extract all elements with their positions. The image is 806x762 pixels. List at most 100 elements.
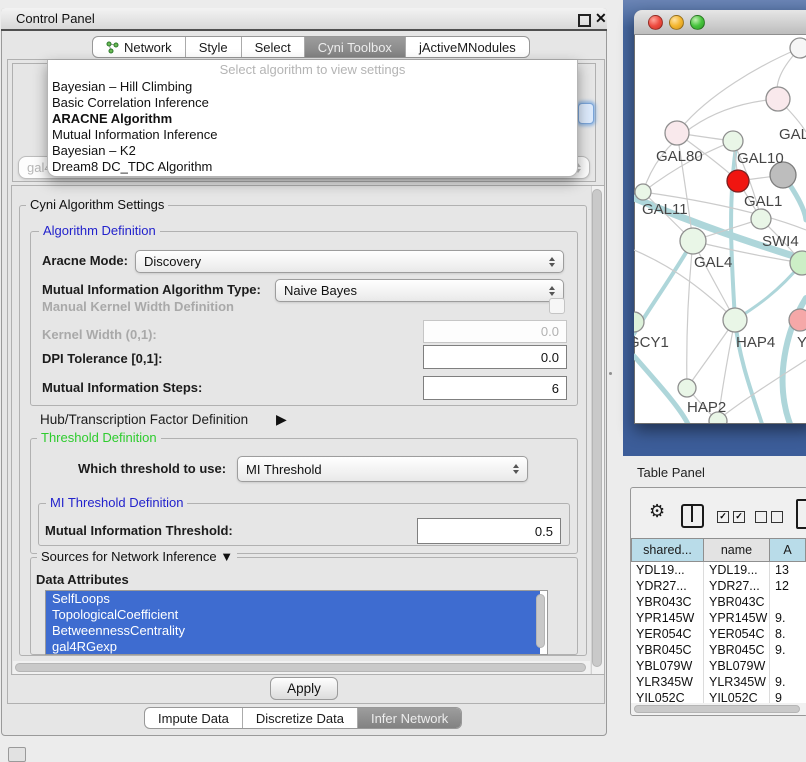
algorithm-popup-prompt: Select algorithm to view settings <box>48 60 577 79</box>
svg-text:GAL10: GAL10 <box>737 150 784 167</box>
show-columns-icon[interactable]: ✓ ✓ <box>717 511 745 523</box>
mi-threshold-label: Mutual Information Threshold: <box>45 523 233 538</box>
tab-discretize-data[interactable]: Discretize Data <box>243 708 358 728</box>
network-node-gal1[interactable] <box>751 209 771 229</box>
column-header-shared[interactable]: shared... <box>631 538 704 562</box>
kernel-width-field[interactable]: 0.0 <box>423 320 567 343</box>
aracne-mode-value: Discovery <box>144 254 201 269</box>
network-node[interactable] <box>766 87 790 111</box>
aracne-mode-combo[interactable]: Discovery <box>135 250 564 273</box>
focused-combo-button[interactable] <box>578 103 594 124</box>
svg-text:HAP4: HAP4 <box>736 334 775 351</box>
mi-type-label: Mutual Information Algorithm Type: <box>42 282 261 297</box>
table-row[interactable]: YDR27...YDR27...12 <box>631 578 806 594</box>
tab-style[interactable]: Style <box>186 37 242 57</box>
dock-panel-icon[interactable] <box>8 747 26 762</box>
network-node[interactable] <box>790 38 806 58</box>
algorithm-definition-title: Algorithm Definition <box>39 223 160 238</box>
zoom-traffic-light-icon[interactable] <box>690 15 705 30</box>
column-header-name[interactable]: name <box>703 538 770 562</box>
attribute-item[interactable]: BetweennessCentrality <box>46 623 540 639</box>
tab-network[interactable]: Network <box>93 37 186 57</box>
tab-jactivemnodules[interactable]: jActiveMNodules <box>406 37 529 57</box>
minimize-traffic-light-icon[interactable] <box>669 15 684 30</box>
sources-group-title[interactable]: Sources for Network Inference ▼ <box>37 549 237 564</box>
network-canvas[interactable]: GAL GAL80 GAL10 GAL11 GAL1 SWI4 GAL4 GCY… <box>634 36 806 423</box>
close-icon[interactable]: ✕ <box>595 10 607 27</box>
table-row[interactable]: YBL079WYBL079W <box>631 658 806 674</box>
table-hscroll-thumb[interactable] <box>634 705 800 713</box>
which-threshold-value: MI Threshold <box>246 462 322 477</box>
mi-type-combo[interactable]: Naive Bayes <box>275 279 564 302</box>
algorithm-option[interactable]: Dream8 DC_TDC Algorithm <box>48 159 577 175</box>
threshold-definition-title: Threshold Definition <box>37 430 161 445</box>
combo-spinner-icon <box>549 286 555 296</box>
attributes-list-scrollbar[interactable] <box>536 594 545 648</box>
aracne-mode-label: Aracne Mode: <box>42 253 128 268</box>
tab-impute-data[interactable]: Impute Data <box>145 708 243 728</box>
algorithm-option-selected[interactable]: ARACNE Algorithm <box>48 111 577 127</box>
network-node-gal11[interactable] <box>635 184 651 200</box>
mi-threshold-value: 0.5 <box>535 524 553 539</box>
hide-columns-icon[interactable] <box>755 511 783 523</box>
attribute-item[interactable]: gal4RGexp <box>46 639 540 655</box>
network-node-gal10[interactable] <box>723 131 743 151</box>
attribute-item[interactable]: TopologicalCoefficient <box>46 607 540 623</box>
settings-hscroll-thumb[interactable] <box>15 663 586 672</box>
algorithm-option[interactable]: Basic Correlation Inference <box>48 95 577 111</box>
settings-vscroll-thumb[interactable] <box>592 189 602 667</box>
dpi-tolerance-field[interactable]: 0.0 <box>423 345 567 369</box>
column-header-a[interactable]: A <box>769 538 806 562</box>
table-row[interactable]: YBR045CYBR045C9. <box>631 642 806 658</box>
network-icon <box>106 41 119 54</box>
tab-infer-network[interactable]: Infer Network <box>358 708 461 728</box>
algorithm-option[interactable]: Mutual Information Inference <box>48 127 577 143</box>
network-node-pink[interactable] <box>789 309 806 331</box>
table-row[interactable]: YER054CYER054C8. <box>631 626 806 642</box>
table-row[interactable]: YPR145WYPR145W9. <box>631 610 806 626</box>
svg-text:Y: Y <box>797 334 806 351</box>
gear-icon[interactable]: ⚙ <box>649 501 665 522</box>
svg-text:GCY1: GCY1 <box>634 334 669 351</box>
algorithm-popup: Select algorithm to view settings Bayesi… <box>47 60 578 177</box>
tab-select[interactable]: Select <box>242 37 305 57</box>
manual-kernel-checkbox[interactable] <box>549 298 565 314</box>
dpi-tolerance-label: DPI Tolerance [0,1]: <box>42 351 162 366</box>
float-window-icon[interactable] <box>578 14 591 27</box>
network-node-selected-red[interactable] <box>727 170 749 192</box>
algorithm-option[interactable]: Bayesian – Hill Climbing <box>48 79 577 95</box>
mi-type-value: Naive Bayes <box>284 283 357 298</box>
network-node-gal4[interactable] <box>680 228 706 254</box>
split-columns-icon[interactable] <box>681 504 704 528</box>
network-window-titlebar <box>634 10 806 35</box>
new-table-icon[interactable] <box>796 499 806 529</box>
network-node-gal80[interactable] <box>665 121 689 145</box>
mi-threshold-field[interactable]: 0.5 <box>417 518 561 544</box>
table-row[interactable]: YIL052CYIL052C9 <box>631 690 806 703</box>
combo-spinner-icon <box>549 257 555 267</box>
algorithm-option[interactable]: Bayesian – K2 <box>48 143 577 159</box>
hub-definition-label: Hub/Transcription Factor Definition <box>40 412 248 427</box>
bottom-tabs: Impute Data Discretize Data Infer Networ… <box>144 707 462 729</box>
table-row[interactable]: YBR043CYBR043C <box>631 594 806 610</box>
tab-network-label: Network <box>124 40 172 55</box>
network-node-gcy1[interactable] <box>634 312 644 332</box>
which-threshold-combo[interactable]: MI Threshold <box>237 456 528 482</box>
control-panel-title: Control Panel <box>16 11 95 26</box>
splitter-grip[interactable] <box>609 372 612 375</box>
expand-right-icon[interactable]: ▶ <box>276 411 287 428</box>
table-row[interactable]: YDL19...YDL19...13 <box>631 562 806 578</box>
tab-cyni-toolbox[interactable]: Cyni Toolbox <box>305 37 406 57</box>
network-node-hap2[interactable] <box>678 379 696 397</box>
apply-button[interactable]: Apply <box>270 677 338 700</box>
close-traffic-light-icon[interactable] <box>648 15 663 30</box>
network-node-hap4[interactable] <box>723 308 747 332</box>
table-row[interactable]: YLR345WYLR345W9. <box>631 674 806 690</box>
svg-text:GAL80: GAL80 <box>656 148 703 165</box>
attribute-item[interactable]: SelfLoops <box>46 591 540 607</box>
mi-steps-field[interactable]: 6 <box>423 376 567 400</box>
combo-spinner-icon <box>513 464 519 474</box>
mi-threshold-group-title: MI Threshold Definition <box>46 495 187 510</box>
mi-steps-label: Mutual Information Steps: <box>42 380 202 395</box>
svg-text:SWI4: SWI4 <box>762 233 799 250</box>
